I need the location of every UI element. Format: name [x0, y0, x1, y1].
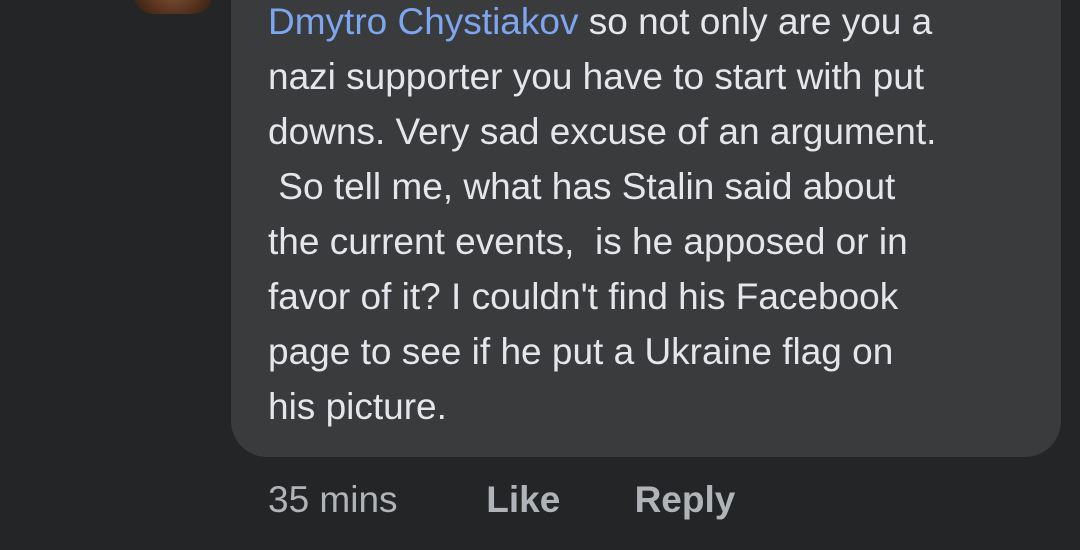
- comment-actions: 35 mins Like Reply: [268, 475, 735, 525]
- author-mention-link[interactable]: Dmytro Chystiakov: [268, 1, 578, 42]
- comment-timestamp[interactable]: 35 mins: [268, 475, 476, 525]
- reply-button[interactable]: Reply: [635, 475, 736, 525]
- comment-text: Dmytro Chystiakov so not only are you a …: [268, 0, 1038, 434]
- commenter-avatar[interactable]: [133, 0, 213, 14]
- like-button[interactable]: Like: [486, 475, 624, 525]
- comment-body: so not only are you a nazi supporter you…: [268, 1, 937, 427]
